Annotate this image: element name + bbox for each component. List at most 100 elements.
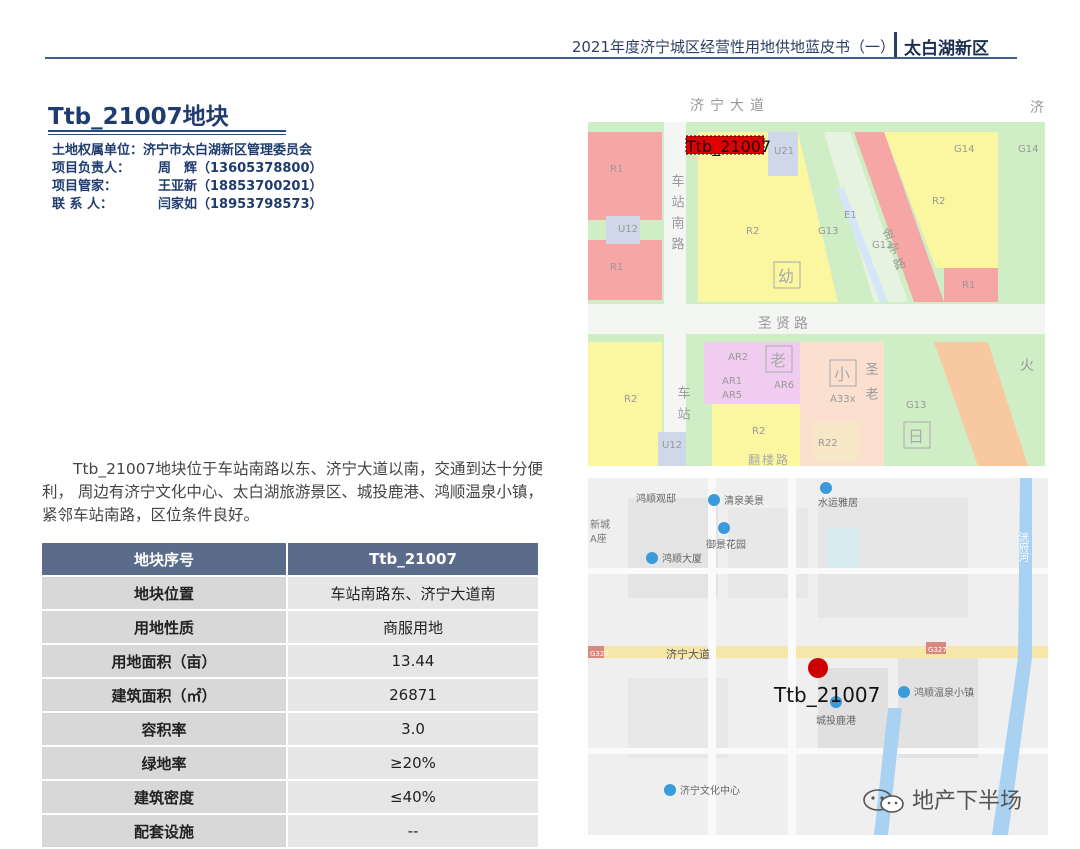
contact-value: 济宁市太白湖新区管理委员会: [143, 143, 313, 158]
table-row: 用地面积（亩） 13.44: [42, 644, 538, 679]
table-row: 绿地率 ≥20%: [42, 746, 538, 781]
table-value: --: [287, 814, 538, 849]
svg-text:AR1: AR1: [722, 376, 742, 387]
table-row: 用地性质 商服用地: [42, 610, 538, 645]
contact-person: 联 系 人： 闫家如（18953798573）: [52, 193, 323, 212]
poi-label: 清泉美景: [724, 494, 764, 507]
map-label: A座: [590, 532, 607, 545]
table-key: 配套设施: [42, 814, 288, 849]
contact-label: 项目管家：: [52, 179, 118, 194]
zone-r1: [588, 132, 662, 220]
elderly-symbol: 老: [770, 351, 786, 370]
svg-text:G13: G13: [906, 400, 926, 411]
school-symbol: 小: [834, 365, 850, 384]
road-badge-text: G327: [928, 646, 947, 654]
svg-text:G13: G13: [818, 226, 838, 237]
poi-label: 鸿顺温泉小镇: [914, 686, 974, 699]
table-row: 建筑面积（㎡） 26871: [42, 678, 538, 713]
table-key: 用地面积（亩）: [42, 644, 288, 679]
svg-text:G14: G14: [954, 144, 974, 155]
table-row: 地块序号 Ttb_21007: [42, 543, 538, 577]
table-value: 13.44: [287, 644, 538, 679]
poi-label: 水运雅居: [818, 496, 858, 509]
contact-label: 土地权属单位：: [52, 143, 144, 158]
poi-pin-icon: [898, 686, 910, 698]
contact-owner: 土地权属单位：济宁市太白湖新区管理委员会: [52, 139, 312, 158]
header-separator: [894, 32, 897, 58]
location-map: 洸府河 G327 G327 济宁大道 新城 A座 鸿顺观邸 清泉美景 水运雅居 …: [588, 478, 1048, 835]
map-label: 新城: [590, 518, 610, 531]
road-label: 翻楼路: [748, 452, 790, 466]
poi-pin-icon: [646, 552, 658, 564]
table-row: 配套设施 --: [42, 814, 538, 849]
plot-label: Ttb_21007: [773, 683, 880, 707]
road-label: 圣贤路: [758, 316, 812, 332]
watermark-text: 地产下半场: [912, 789, 1023, 814]
svg-text:AR2: AR2: [728, 352, 748, 363]
header-district: 太白湖新区: [904, 39, 989, 59]
contact-manager: 项目管家： 王亚新（18853700201）: [52, 175, 323, 194]
svg-text:AR6: AR6: [774, 380, 794, 391]
zoning-map: R1 R1 R2 G13 G13 G14 G14 R2 R1 R2 AR2 AR…: [588, 92, 1045, 466]
title-underline: [48, 130, 286, 132]
svg-text:R2: R2: [746, 226, 759, 237]
svg-text:U21: U21: [774, 146, 794, 157]
table-key: 建筑面积（㎡）: [42, 678, 288, 713]
table-value: Ttb_21007: [287, 543, 538, 577]
table-row: 建筑密度 ≤40%: [42, 780, 538, 815]
main-road: [588, 646, 1048, 658]
svg-text:R1: R1: [610, 262, 623, 273]
svg-text:R2: R2: [624, 394, 637, 405]
plot-description: Ttb_21007地块位于车站南路以东、济宁大道以南，交通到达十分便利， 周边有…: [42, 460, 543, 524]
header-title: 2021年度济宁城区经营性用地供地蓝皮书（一）: [571, 38, 895, 56]
contact-label: 项目负责人：: [52, 161, 131, 176]
contact-value: 闫家如（18953798573）: [158, 197, 323, 212]
contact-value: 王亚新（18853700201）: [158, 179, 323, 194]
poi-pin-icon: [708, 494, 720, 506]
svg-text:U12: U12: [662, 440, 682, 451]
poi-pin-icon: [664, 784, 676, 796]
table-value: ≤40%: [287, 780, 538, 815]
road-label: 圣老: [863, 362, 879, 412]
table-key: 地块位置: [42, 576, 288, 611]
table-key: 建筑密度: [42, 780, 288, 815]
road-label: 车站南路: [669, 173, 685, 258]
plot-info-table: 地块序号 Ttb_21007 地块位置 车站南路东、济宁大道南 用地性质 商服用地 用…: [42, 543, 538, 849]
poi-label: 鸿顺大厦: [662, 552, 702, 565]
plot-label: Ttb_21007: [685, 137, 771, 157]
header-rule: [45, 57, 1017, 59]
hospital-symbol: 日: [908, 427, 924, 446]
kindergarten-symbol: 幼: [778, 267, 794, 286]
svg-text:R2: R2: [752, 426, 765, 437]
svg-text:U12: U12: [618, 224, 638, 235]
table-key: 用地性质: [42, 610, 288, 645]
poi-pin-icon: [718, 522, 730, 534]
contact-leader: 项目负责人： 周 辉（13605378800）: [52, 157, 323, 176]
table-value: 26871: [287, 678, 538, 713]
svg-text:G14: G14: [1018, 144, 1038, 155]
poi-pin-icon: [820, 482, 832, 494]
zone-r1: [588, 240, 662, 300]
road-label: 火: [1020, 358, 1034, 374]
poi-label: 御景花园: [706, 538, 746, 551]
river-label: 洸府河: [1017, 531, 1029, 562]
svg-text:R1: R1: [962, 280, 975, 291]
contact-label: 联 系 人：: [52, 197, 114, 212]
poi-label: 济宁文化中心: [680, 784, 740, 797]
plot-title: Ttb_21007地块: [48, 104, 229, 130]
poi-label: 城投鹿港: [816, 714, 856, 727]
svg-text:E1: E1: [844, 210, 857, 221]
table-value: 车站南路东、济宁大道南: [287, 576, 538, 611]
road-badge-text: G327: [590, 650, 609, 658]
svg-text:R2: R2: [932, 196, 945, 207]
title-underline-thin: [48, 134, 286, 135]
contact-value: 周 辉（13605378800）: [158, 161, 323, 176]
poi-label: 鸿顺观邸: [636, 492, 676, 505]
table-row: 地块位置 车站南路东、济宁大道南: [42, 576, 538, 611]
road-label: 车站: [675, 385, 691, 428]
svg-text:R22: R22: [818, 438, 838, 449]
road-label: 济: [1030, 100, 1044, 116]
svg-text:A33x: A33x: [830, 394, 856, 405]
road-label: 济宁大道: [666, 647, 710, 661]
svg-text:R1: R1: [610, 164, 623, 175]
